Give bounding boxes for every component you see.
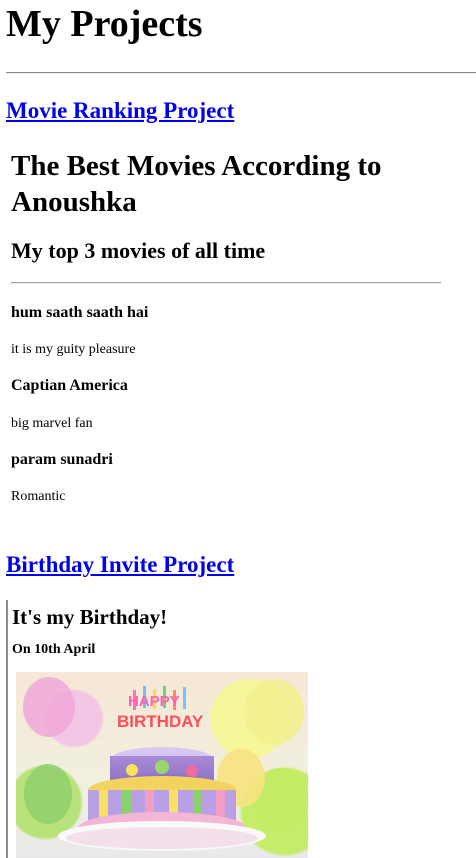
movie-3-title: param sunadri xyxy=(11,451,113,468)
cake-topper-text-1: HAPPY xyxy=(128,693,180,710)
page: My Projects Movie Ranking Project The Be… xyxy=(6,0,476,858)
page-title: My Projects xyxy=(6,3,203,45)
movie-1-note: it is my guity pleasure xyxy=(11,342,136,357)
movie-2-title: Captian America xyxy=(11,377,128,394)
movie-list-subheading: My top 3 movies of all time xyxy=(11,238,266,263)
movie-list-heading: The Best Movies According to Anoushka xyxy=(11,150,382,218)
movie-ranking-project-link[interactable]: Movie Ranking Project xyxy=(6,98,234,124)
birthday-cake-image: HAPPY BIRTHDAY xyxy=(16,672,308,858)
birthday-heading: It's my Birthday! xyxy=(12,605,168,629)
cake-topper-text-2: BIRTHDAY xyxy=(117,712,204,731)
movie-1-title: hum saath saath hai xyxy=(11,304,149,321)
top-divider xyxy=(6,72,476,74)
birthday-invite-project-link[interactable]: Birthday Invite Project xyxy=(6,552,234,578)
birthday-date: On 10th April xyxy=(12,642,96,657)
birthday-invite-frame: It's my Birthday! On 10th April HAPPY BI… xyxy=(6,600,476,858)
movie-divider xyxy=(11,282,441,284)
movie-ranking-frame: The Best Movies According to Anoushka My… xyxy=(6,136,476,516)
movie-2-note: big marvel fan xyxy=(11,416,93,431)
movie-3-note: Romantic xyxy=(11,489,66,504)
cake-illustration: HAPPY BIRTHDAY xyxy=(23,677,308,851)
